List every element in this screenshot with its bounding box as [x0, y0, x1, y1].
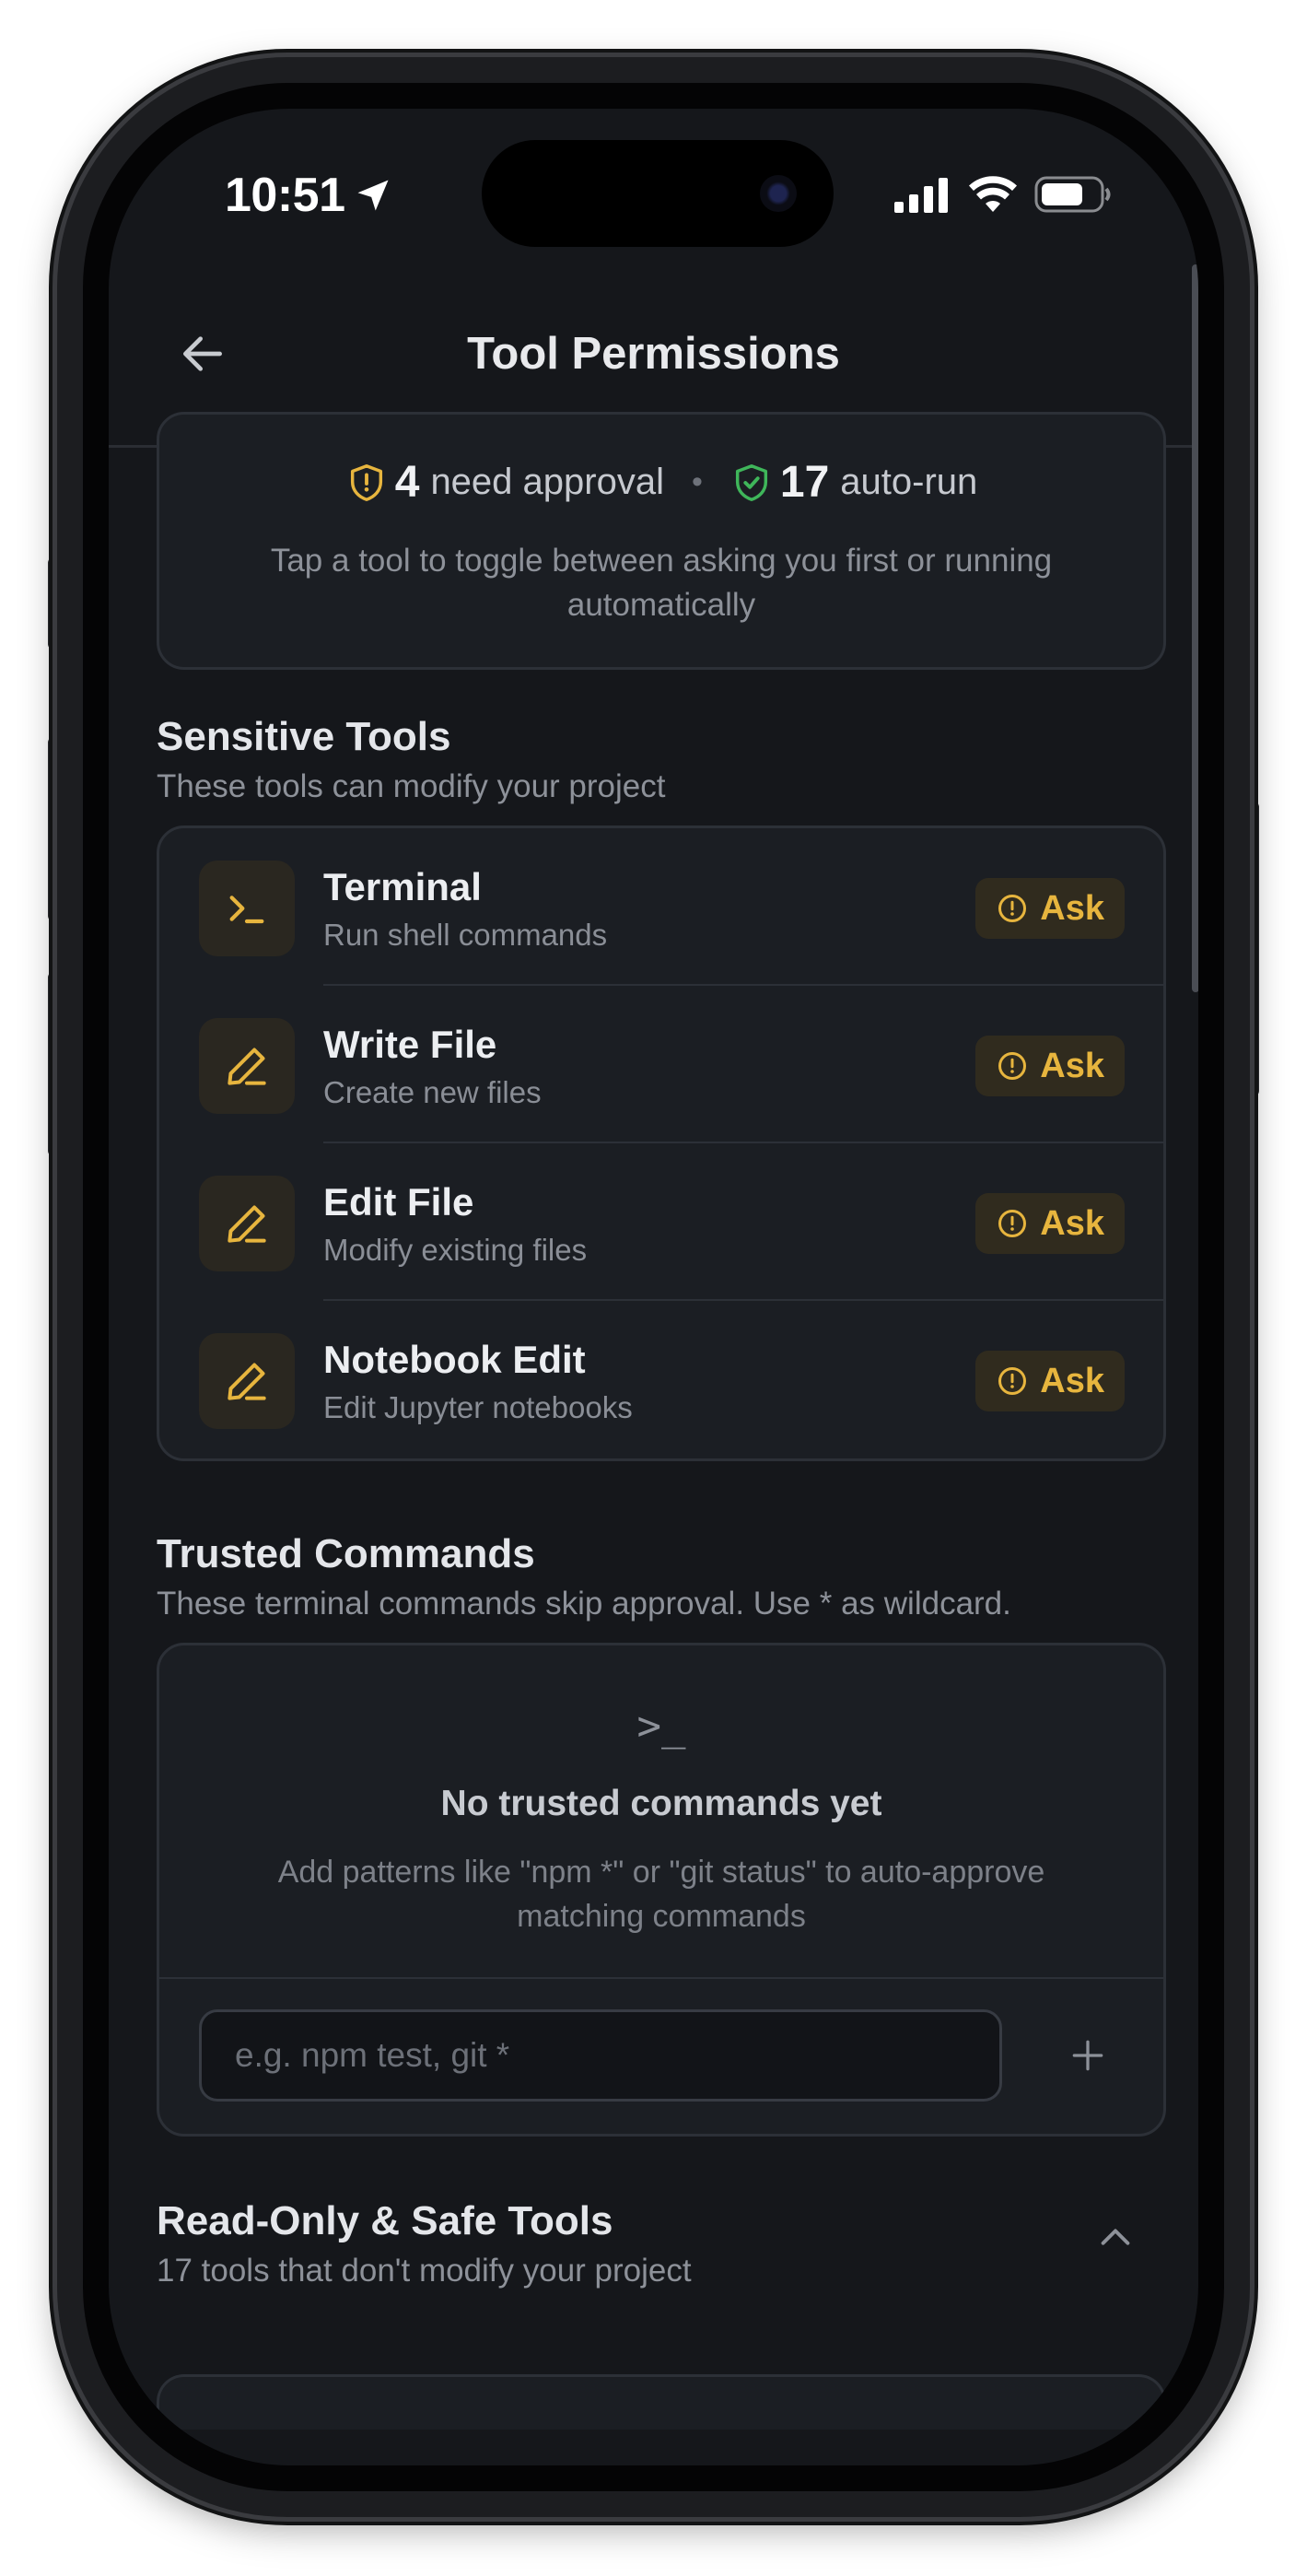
cellular-signal-icon	[894, 178, 948, 213]
trusted-commands-card: >_ No trusted commands yet Add patterns …	[157, 1643, 1166, 2137]
wifi-icon	[969, 176, 1017, 212]
alert-circle-icon	[998, 895, 1027, 922]
screen: 10:51 Tool Permissions 4 need approval •…	[109, 109, 1198, 2465]
location-arrow-icon	[357, 180, 388, 211]
scrollbar[interactable]	[1192, 264, 1198, 992]
pencil-icon	[199, 1018, 295, 1114]
readonly-tools-title: Read-Only & Safe Tools	[157, 2198, 613, 2243]
card-divider	[159, 1977, 1163, 1979]
chevron-up-icon	[1101, 2229, 1130, 2245]
autorun-label: auto-run	[840, 462, 978, 502]
ask-badge[interactable]: Ask	[975, 878, 1125, 939]
status-icons	[894, 175, 1112, 214]
trusted-commands-title: Trusted Commands	[157, 1531, 535, 1576]
ask-badge[interactable]: Ask	[975, 1036, 1125, 1096]
ask-label: Ask	[1040, 888, 1104, 928]
tool-row-edit-file[interactable]: Edit File Modify existing files Ask	[159, 1143, 1163, 1301]
tool-description: Modify existing files	[323, 1233, 588, 1267]
tool-description: Edit Jupyter notebooks	[323, 1390, 633, 1424]
plus-icon	[1072, 2040, 1103, 2071]
scroll-content[interactable]: 4 need approval • 17 auto-run Tap a tool…	[109, 264, 1198, 2465]
readonly-tools-list	[157, 2374, 1166, 2430]
tool-row-write-file[interactable]: Write File Create new files Ask	[159, 986, 1163, 1143]
terminal-icon	[199, 861, 295, 956]
ask-label: Ask	[1040, 1203, 1104, 1243]
page-title: Tool Permissions	[467, 329, 840, 379]
tool-description: Run shell commands	[323, 918, 608, 952]
front-camera	[760, 175, 797, 212]
ask-badge[interactable]: Ask	[975, 1193, 1125, 1254]
alert-circle-icon	[998, 1367, 1027, 1395]
status-time: 10:51	[225, 168, 393, 223]
terminal-prompt-icon: >_	[636, 1703, 686, 1750]
dynamic-island	[482, 140, 834, 247]
alert-circle-icon	[998, 1052, 1027, 1080]
sensitive-tools-title: Sensitive Tools	[157, 714, 451, 759]
shield-alert-icon	[350, 463, 382, 501]
approval-label: need approval	[430, 462, 664, 502]
ask-label: Ask	[1040, 1361, 1104, 1400]
ask-badge[interactable]: Ask	[975, 1351, 1125, 1411]
add-command-button[interactable]	[1051, 2019, 1125, 2092]
clock: 10:51	[225, 169, 345, 222]
tool-name: Notebook Edit	[323, 1338, 586, 1381]
tool-row-notebook-edit[interactable]: Notebook Edit Edit Jupyter notebooks Ask	[159, 1301, 1163, 1458]
tool-name: Terminal	[323, 865, 482, 908]
collapse-section-button[interactable]	[1083, 2206, 1148, 2270]
empty-state-description: Add patterns like "npm *" or "git status…	[277, 1855, 1045, 1934]
readonly-tools-subtitle: 17 tools that don't modify your project	[157, 2253, 692, 2289]
tool-description: Create new files	[323, 1075, 542, 1109]
sensitive-tools-list: Terminal Run shell commands Ask Write Fi…	[157, 825, 1166, 1461]
trusted-commands-subtitle: These terminal commands skip approval. U…	[157, 1586, 1011, 1622]
tool-row-terminal[interactable]: Terminal Run shell commands Ask	[159, 828, 1163, 986]
autorun-count: 17	[779, 458, 830, 507]
tool-name: Write File	[323, 1023, 497, 1066]
summary-description: Tap a tool to toggle between asking you …	[270, 543, 1053, 623]
empty-state-title: No trusted commands yet	[440, 1784, 882, 1823]
approval-count: 4	[394, 458, 420, 507]
permissions-summary-card: 4 need approval • 17 auto-run Tap a tool…	[157, 412, 1166, 670]
tool-name: Edit File	[323, 1180, 474, 1224]
summary-counts: 4 need approval • 17 auto-run	[159, 457, 1163, 508]
pencil-icon	[199, 1176, 295, 1271]
trusted-command-input[interactable]	[199, 2009, 1002, 2102]
alert-circle-icon	[998, 1210, 1027, 1237]
summary-separator: •	[691, 464, 703, 499]
pencil-icon	[199, 1333, 295, 1429]
battery-icon	[1034, 176, 1111, 213]
shield-check-icon	[735, 463, 767, 501]
ask-label: Ask	[1040, 1046, 1104, 1085]
sensitive-tools-subtitle: These tools can modify your project	[157, 768, 666, 804]
